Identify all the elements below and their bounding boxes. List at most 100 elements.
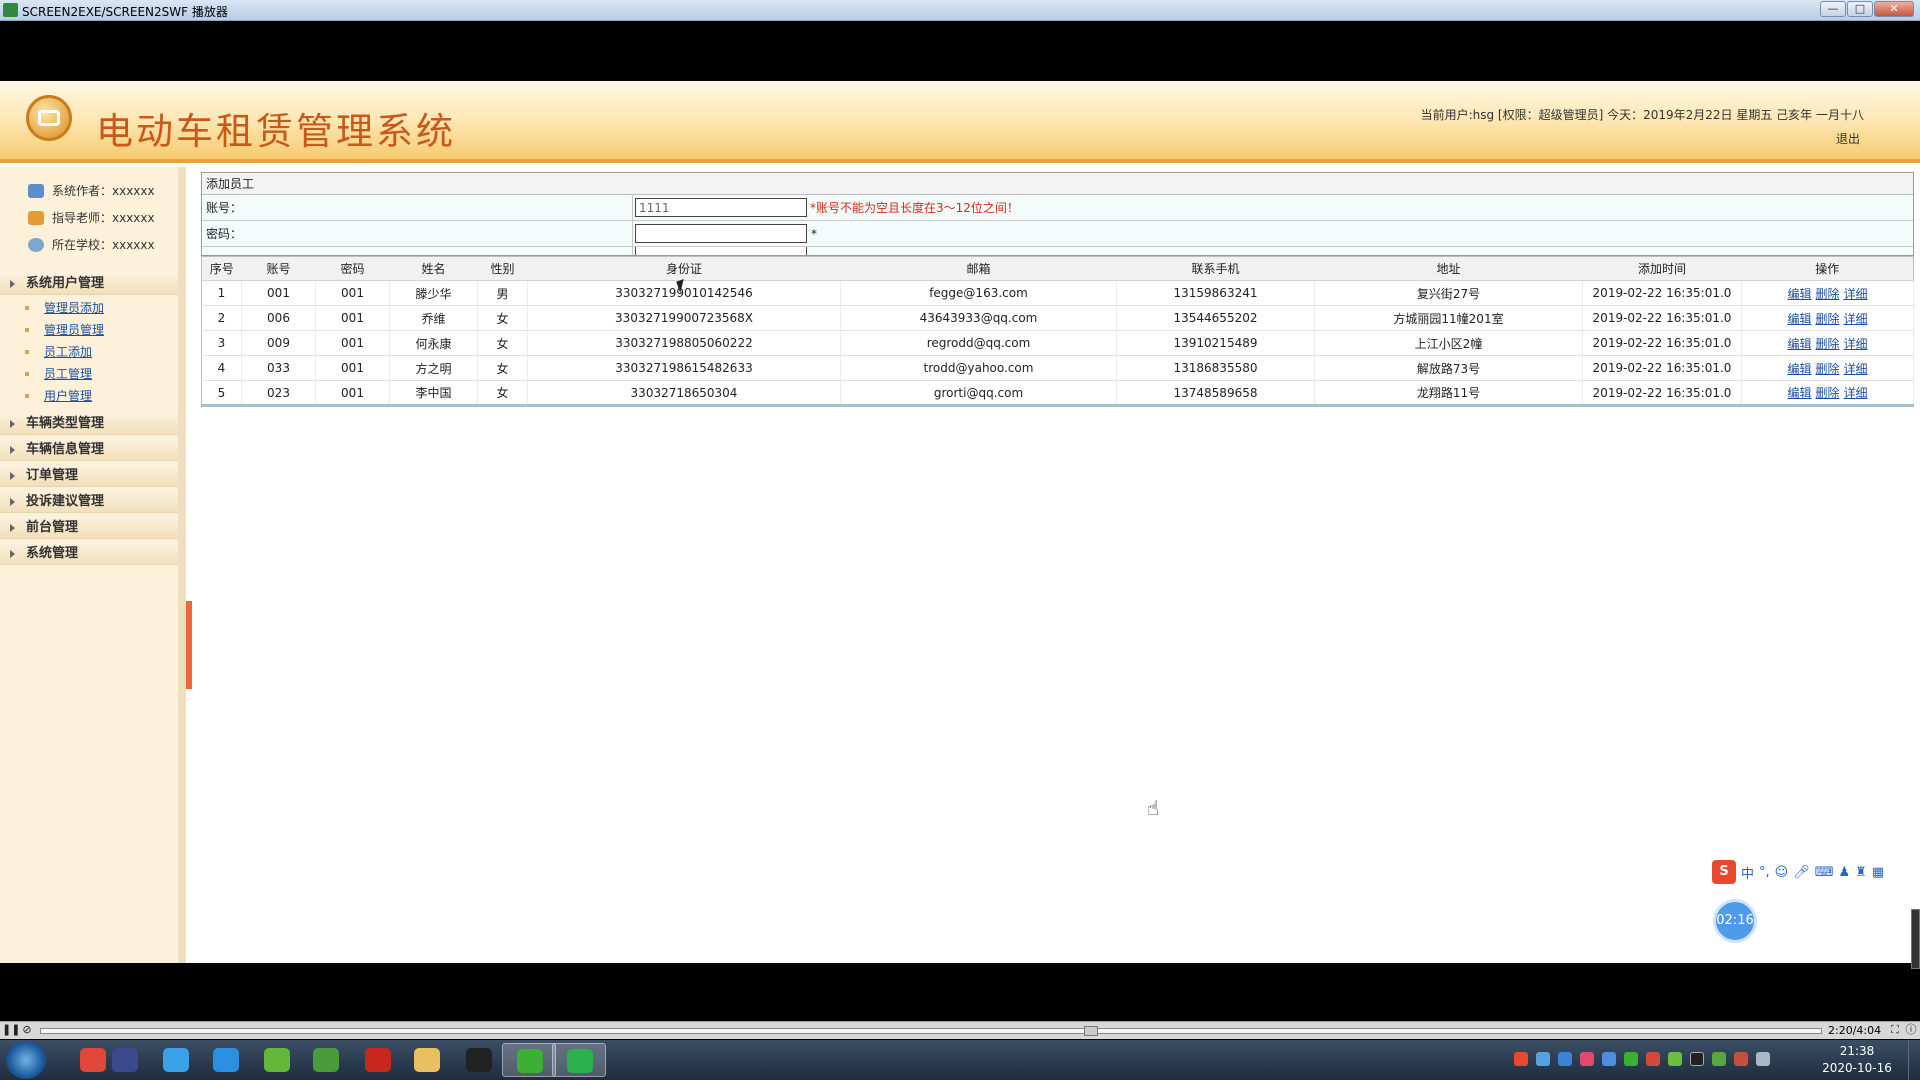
arrow-tray-icon[interactable] [1646, 1052, 1660, 1066]
school-text: 所在学校：xxxxxx [52, 238, 155, 252]
delete-link[interactable]: 删除 [1815, 287, 1839, 301]
microphone-icon[interactable]: 🎤︎ [1793, 865, 1810, 880]
edit-link[interactable]: 编辑 [1787, 362, 1811, 376]
menu-label: 系统用户管理 [26, 276, 105, 291]
taskbar-app-button[interactable] [250, 1043, 304, 1077]
menu-vehicle-types[interactable]: 车辆类型管理 [0, 412, 178, 435]
detail-link[interactable]: 详细 [1844, 337, 1868, 351]
link-user-manage[interactable]: 用户管理 [44, 389, 92, 403]
bullet-icon [25, 306, 29, 310]
maximize-button[interactable]: □ [1847, 1, 1873, 17]
menu-system[interactable]: 系统管理 [0, 542, 178, 565]
taskbar-app-button[interactable] [299, 1043, 353, 1077]
edit-link[interactable]: 编辑 [1787, 386, 1811, 400]
taskbar-app-button[interactable] [452, 1043, 506, 1077]
keyboard-icon[interactable]: ⌨ [1815, 865, 1834, 880]
user-icon[interactable]: ♟ [1839, 865, 1851, 880]
sogou-logo-icon[interactable]: S [1712, 860, 1736, 884]
table-cell: trodd@yahoo.com [840, 355, 1117, 381]
menu-orders[interactable]: 订单管理 [0, 464, 178, 487]
table-cell: 2019-02-22 16:35:01.0 [1582, 380, 1742, 406]
menu-label: 车辆类型管理 [26, 416, 105, 431]
current-user-info: 当前用户:hsg [权限：超级管理员] 今天：2019年2月22日 星期五 己亥… [1420, 108, 1864, 122]
menu-system-users[interactable]: 系统用户管理 [0, 272, 178, 295]
shield-tray-icon[interactable] [1536, 1052, 1550, 1066]
delete-link[interactable]: 删除 [1815, 386, 1839, 400]
edit-link[interactable]: 编辑 [1787, 287, 1811, 301]
taskbar-app-button[interactable] [502, 1043, 556, 1077]
submenu-system-users: 管理员添加 管理员管理 员工添加 员工管理 用户管理 [0, 295, 178, 409]
security-tray-icon[interactable] [1602, 1052, 1616, 1066]
actions-cell: 编辑 删除 详细 [1741, 330, 1914, 356]
action-center-icon[interactable] [1756, 1052, 1770, 1066]
fullscreen-icon[interactable]: ⛶ [1888, 1023, 1902, 1037]
flower-tray-icon[interactable] [1580, 1052, 1594, 1066]
network-tray-icon[interactable] [1668, 1052, 1682, 1066]
emoji-icon[interactable]: ☺ [1775, 865, 1789, 880]
account-input[interactable] [635, 198, 807, 217]
account-error-message: *账号不能为空且长度在3～12位之间！ [810, 201, 1019, 215]
menu-complaints[interactable]: 投诉建议管理 [0, 490, 178, 513]
logout-link[interactable]: 退出 [1836, 130, 1860, 147]
table-header-row: 序号 账号 密码 姓名 性别 身份证 邮箱 联系手机 地址 添加时间 操作 [201, 256, 1914, 281]
ime-mode-toggle[interactable]: 中 [1741, 863, 1754, 882]
detail-link[interactable]: 详细 [1844, 362, 1868, 376]
menu-frontend[interactable]: 前台管理 [0, 516, 178, 539]
delete-link[interactable]: 删除 [1815, 337, 1839, 351]
taskbar-app-button[interactable] [98, 1043, 152, 1077]
bullet-icon [25, 328, 29, 332]
qq-icon [466, 1048, 492, 1072]
taskbar-app-button[interactable] [351, 1043, 405, 1077]
table-cell: 009 [241, 330, 316, 356]
taskbar-clock[interactable]: 21:38 2020-10-16 [1822, 1043, 1892, 1077]
table-cell: 2 [201, 305, 242, 331]
taskbar-app-button[interactable] [149, 1043, 203, 1077]
password-input[interactable] [635, 224, 807, 243]
grid-menu-icon[interactable]: ▦ [1872, 865, 1884, 880]
taskbar-app-button[interactable] [400, 1043, 454, 1077]
recording-timer[interactable]: 02:16 [1713, 899, 1757, 943]
menu-vehicle-info[interactable]: 车辆信息管理 [0, 438, 178, 461]
start-button[interactable] [6, 1041, 46, 1079]
volume-muted-icon[interactable] [1734, 1052, 1748, 1066]
close-button[interactable]: ✕ [1874, 1, 1914, 17]
wechat-tray-icon[interactable] [1624, 1052, 1638, 1066]
hidden-field-input[interactable] [635, 247, 807, 255]
link-admin-manage[interactable]: 管理员管理 [44, 323, 104, 337]
detail-link[interactable]: 详细 [1844, 287, 1868, 301]
progress-track[interactable] [40, 1028, 1822, 1034]
taskbar-app-button[interactable] [199, 1043, 253, 1077]
sidebar-toggle-handle[interactable] [186, 601, 192, 689]
minimize-button[interactable]: — [1820, 1, 1846, 17]
delete-link[interactable]: 删除 [1815, 312, 1839, 326]
ime-punct-toggle[interactable]: °, [1759, 865, 1770, 880]
table-cell: 001 [315, 330, 390, 356]
link-staff-add[interactable]: 员工添加 [44, 345, 92, 359]
hand-cursor-icon: ☝ [1147, 796, 1160, 820]
table-cell: 13159863241 [1116, 280, 1315, 306]
network-app-tray-icon[interactable] [1558, 1052, 1572, 1066]
link-staff-manage[interactable]: 员工管理 [44, 367, 92, 381]
progress-thumb[interactable] [1084, 1026, 1099, 1036]
detail-link[interactable]: 详细 [1844, 312, 1868, 326]
table-cell: 001 [315, 280, 390, 306]
caret-right-icon [10, 498, 15, 506]
battery-tray-icon[interactable] [1712, 1052, 1726, 1066]
link-admin-add[interactable]: 管理员添加 [44, 301, 104, 315]
detail-link[interactable]: 详细 [1844, 386, 1868, 400]
qq-tray-icon[interactable] [1690, 1052, 1704, 1066]
edit-link[interactable]: 编辑 [1787, 312, 1811, 326]
table-cell: 5 [201, 380, 242, 406]
edit-link[interactable]: 编辑 [1787, 337, 1811, 351]
shirt-icon[interactable]: ♜ [1855, 865, 1867, 880]
pause-button[interactable]: ❚❚ [2, 1023, 20, 1037]
taskbar-app-button[interactable] [552, 1043, 606, 1077]
show-desktop-button[interactable] [1908, 1040, 1920, 1080]
table-cell: 001 [315, 380, 390, 406]
info-icon[interactable]: ⓘ [1904, 1023, 1918, 1037]
delete-link[interactable]: 删除 [1815, 362, 1839, 376]
side-panel-tab[interactable] [1911, 909, 1920, 969]
menu-label: 前台管理 [26, 520, 79, 535]
loop-icon[interactable]: ⊘ [20, 1023, 34, 1037]
sogou-tray-icon[interactable] [1514, 1052, 1528, 1066]
